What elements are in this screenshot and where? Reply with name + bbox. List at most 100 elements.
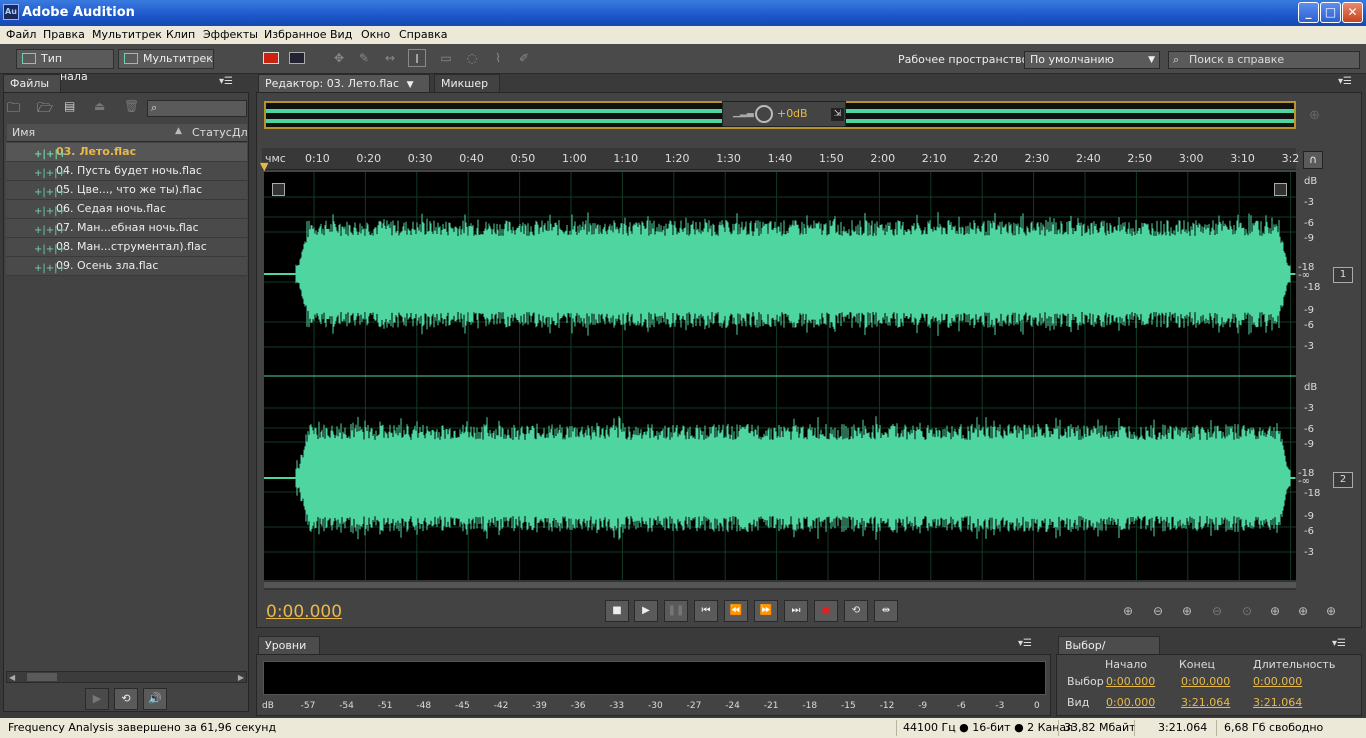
list-item[interactable]: +|+|+ 07. Ман...ебная ночь.flac	[6, 219, 247, 238]
scrollbar-thumb[interactable]	[27, 673, 57, 681]
zoom-out-amplitude-icon[interactable]: ⊖	[1153, 604, 1163, 618]
menu-help[interactable]: Справка	[399, 28, 447, 41]
scroll-left-icon[interactable]: ◀	[9, 673, 15, 682]
fast-forward-button[interactable]: ⏩	[754, 600, 778, 622]
razor-tool-icon[interactable]: ✎	[355, 49, 373, 67]
list-item[interactable]: +|+|+ 03. Лето.flac	[6, 143, 247, 162]
panel-menu-icon[interactable]: ▾☰	[1338, 76, 1352, 87]
col-name-header[interactable]: Имя	[12, 126, 35, 139]
minimize-button[interactable]: _	[1298, 2, 1319, 23]
menu-favorites[interactable]: Избранное	[264, 28, 326, 41]
scroll-right-icon[interactable]: ▶	[238, 673, 244, 682]
db-tick-label: -18	[1304, 488, 1321, 499]
pitch-display-icon[interactable]	[289, 52, 305, 64]
auto-play-button[interactable]: 🔊	[143, 688, 167, 710]
list-item[interactable]: +|+|+ 08. Ман...струментал).flac	[6, 238, 247, 257]
selection-duration[interactable]: 0:00.000	[1253, 675, 1302, 688]
pause-button[interactable]: ❚❚	[664, 600, 688, 622]
stop-button[interactable]: ■	[605, 600, 629, 622]
spot-healing-tool-icon[interactable]: ✐	[515, 49, 533, 67]
menu-bar: Файл Правка Мультитрек Клип Эффекты Избр…	[0, 26, 1366, 44]
import-icon[interactable]: 🗁	[37, 99, 57, 116]
zoom-in-time-icon[interactable]: ⊕	[1182, 604, 1192, 618]
waveform-display[interactable]	[264, 172, 1296, 580]
col-duration-header[interactable]: Дл	[232, 126, 248, 139]
zoom-out-point-icon[interactable]: ⊕	[1326, 604, 1336, 618]
menu-edit[interactable]: Правка	[43, 28, 85, 41]
go-to-end-button[interactable]: ⏭	[784, 600, 808, 622]
play-button[interactable]: ▶	[634, 600, 658, 622]
tab-mixer[interactable]: Микшер	[434, 74, 500, 92]
snap-icon[interactable]: ∩	[1303, 151, 1323, 169]
spectral-display-icon[interactable]	[263, 52, 279, 64]
delete-icon[interactable]: 🗑	[124, 99, 144, 115]
loop-button[interactable]: ⟲	[844, 600, 868, 622]
tab-editor[interactable]: Редактор: 03. Лето.flac ▼ ×	[258, 74, 430, 109]
menu-clip[interactable]: Клип	[166, 28, 195, 41]
list-item[interactable]: +|+|+ 05. Цве..., что же ты).flac	[6, 181, 247, 200]
zoom-in-amplitude-icon[interactable]: ⊕	[1123, 604, 1133, 618]
rewind-button[interactable]: ⏪	[724, 600, 748, 622]
db-tick-label: -6	[1304, 320, 1314, 331]
menu-window[interactable]: Окно	[361, 28, 390, 41]
files-hscrollbar[interactable]: ◀ ▶	[6, 671, 247, 683]
open-folder-icon[interactable]: 🗀	[7, 99, 27, 116]
lasso-tool-icon[interactable]: ◌	[463, 49, 481, 67]
loop-preview-button[interactable]: ⟲	[114, 688, 138, 710]
close-button[interactable]: ✕	[1342, 2, 1363, 23]
panel-menu-icon[interactable]: ▾☰	[1018, 638, 1032, 649]
panel-menu-icon[interactable]: ▾☰	[219, 76, 233, 87]
brush-tool-icon[interactable]: ⌇	[489, 49, 507, 67]
zoom-selection-icon[interactable]: ⊕	[1298, 604, 1308, 618]
menu-view[interactable]: Вид	[330, 28, 352, 41]
channel-1-badge[interactable]: 1	[1333, 267, 1353, 283]
view-duration[interactable]: 3:21.064	[1253, 696, 1302, 709]
play-preview-button[interactable]: ▶	[85, 688, 109, 710]
list-item[interactable]: +|+|+ 06. Седая ночь.flac	[6, 200, 247, 219]
menu-file[interactable]: Файл	[6, 28, 36, 41]
record-button[interactable]: ●	[814, 600, 838, 622]
selection-start[interactable]: 0:00.000	[1106, 675, 1155, 688]
zoom-in-point-icon[interactable]: ⊕	[1270, 604, 1280, 618]
new-file-icon[interactable]: ▤	[64, 99, 84, 115]
chevron-down-icon[interactable]: ▼	[407, 80, 414, 90]
scrollbar-thumb[interactable]	[264, 582, 1296, 588]
pin-icon[interactable]: ⇲	[831, 108, 844, 121]
fade-in-handle[interactable]	[272, 183, 285, 196]
fade-out-handle[interactable]	[1274, 183, 1287, 196]
zoom-out-time-icon[interactable]: ⊖	[1212, 604, 1222, 618]
menu-multitrack[interactable]: Мультитрек	[92, 28, 162, 41]
files-search-input[interactable]: ⌕	[147, 100, 247, 117]
menu-effects[interactable]: Эффекты	[203, 28, 258, 41]
go-to-start-button[interactable]: ⏮	[694, 600, 718, 622]
workspace-select[interactable]: По умолчанию ▼	[1024, 51, 1160, 69]
time-selection-tool-icon[interactable]: I	[408, 49, 426, 67]
panel-menu-icon[interactable]: ▾☰	[1332, 638, 1346, 649]
status-duration: 3:21.064	[1158, 721, 1208, 734]
move-tool-icon[interactable]: ✥	[330, 49, 348, 67]
zoom-icon[interactable]: ⊕	[1309, 108, 1320, 123]
list-item[interactable]: +|+|+ 04. Пусть будет ночь.flac	[6, 162, 247, 181]
zoom-full-icon[interactable]: ⊙	[1242, 604, 1252, 618]
tab-levels[interactable]: Уровни ×	[258, 636, 320, 669]
channel-2-badge[interactable]: 2	[1333, 472, 1353, 488]
tab-selection-view[interactable]: Выбор/Видимое ×	[1058, 636, 1160, 669]
hud-gain-control[interactable]: ▁▂▃ +0 dB ⇲	[722, 101, 846, 127]
slip-tool-icon[interactable]: ↔	[381, 49, 399, 67]
view-end[interactable]: 3:21.064	[1181, 696, 1230, 709]
current-time[interactable]: 0:00.000	[266, 602, 342, 622]
waveform-view-button[interactable]: Тип сигнала	[16, 49, 114, 83]
skip-selection-button[interactable]: ⇹	[874, 600, 898, 622]
insert-icon[interactable]: ⏏	[94, 99, 114, 115]
marquee-tool-icon[interactable]: ▭	[437, 49, 455, 67]
maximize-button[interactable]: □	[1320, 2, 1341, 23]
view-start[interactable]: 0:00.000	[1106, 696, 1155, 709]
gain-knob[interactable]	[755, 105, 773, 123]
help-search-input[interactable]: ⌕ Поиск в справке	[1168, 51, 1360, 69]
col-status-header[interactable]: Статус	[192, 126, 232, 139]
waveform-hscroll[interactable]	[264, 580, 1296, 590]
tab-files[interactable]: Файлы ×	[3, 74, 61, 107]
list-item[interactable]: +|+|+ 09. Осень зла.flac	[6, 257, 247, 276]
multitrack-view-button[interactable]: Мультитрек	[118, 49, 214, 69]
selection-end[interactable]: 0:00.000	[1181, 675, 1230, 688]
